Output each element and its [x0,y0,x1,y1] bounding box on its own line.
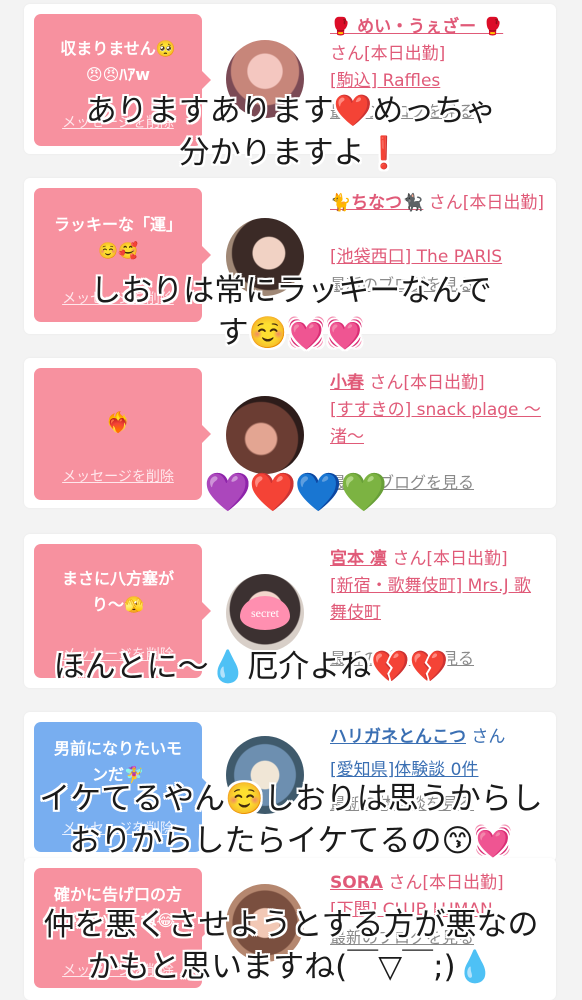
cast-name-link[interactable]: 宮本 凛 [330,549,387,569]
cast-status: さん[本日出勤] [392,549,508,569]
avatar[interactable] [226,396,304,474]
shop-link[interactable]: [新宿・歌舞伎町] Mrs.J 歌舞伎町 [330,573,546,627]
cast-status: さん [471,727,506,747]
overlay-caption: ほんとに〜💧厄介よね💔💔 [53,649,449,685]
bubble-message: ❤️‍🔥 [105,410,131,434]
shop-link[interactable]: [池袋西口] The PARIS [330,244,546,271]
overlay-caption: イケてるやん☺️しおりは思うからし おりからしたらイケてるの😙💓 [39,781,543,859]
bubble-message: まさに八方塞が り〜🫣 [61,569,174,614]
cast-name-link[interactable]: 小春 [330,373,364,393]
shop-link[interactable]: [すすきの] snack plage ～渚～ [330,397,546,451]
cast-name-link[interactable]: 🐈ちなつ🐈‍⬛ [330,193,423,213]
secret-badge: secret [240,596,290,630]
cast-status: さん[本日出勤] [388,873,504,893]
cast-status: さん[本日出勤] [428,193,545,213]
bubble-message: ラッキーな「運」 ☺️🥰 [53,215,182,260]
delete-message-link[interactable]: メッセージを削除 [34,466,202,486]
cast-name-link[interactable]: 🥊 めい・うぇざー 🥊 [330,17,503,37]
emoji-hearts: 💜❤️💙💚 [204,470,387,514]
overlay-caption: 仲を悪くさせようとする方が悪なの かもと思いますね(￣▽￣;)💧 [43,907,539,985]
cast-name-link[interactable]: SORA [330,873,383,893]
cast-name-link[interactable]: ハリガネとんこつ [330,727,466,747]
bubble-message: 収まりません🥺 😠😠ﾊｱw [60,39,176,84]
message-bubble: ❤️‍🔥 メッセージを削除 [34,368,211,500]
avatar[interactable]: secret [226,574,304,652]
cast-status: さん[本日出勤] [369,373,485,393]
cast-status: さん[本日出勤] [330,44,446,64]
overlay-caption: しおりは常にラッキーなんで す☺️💓💓 [90,273,492,351]
overlay-caption: ありますあります❤️めっちゃ 分かりますよ❗️ [85,93,497,171]
